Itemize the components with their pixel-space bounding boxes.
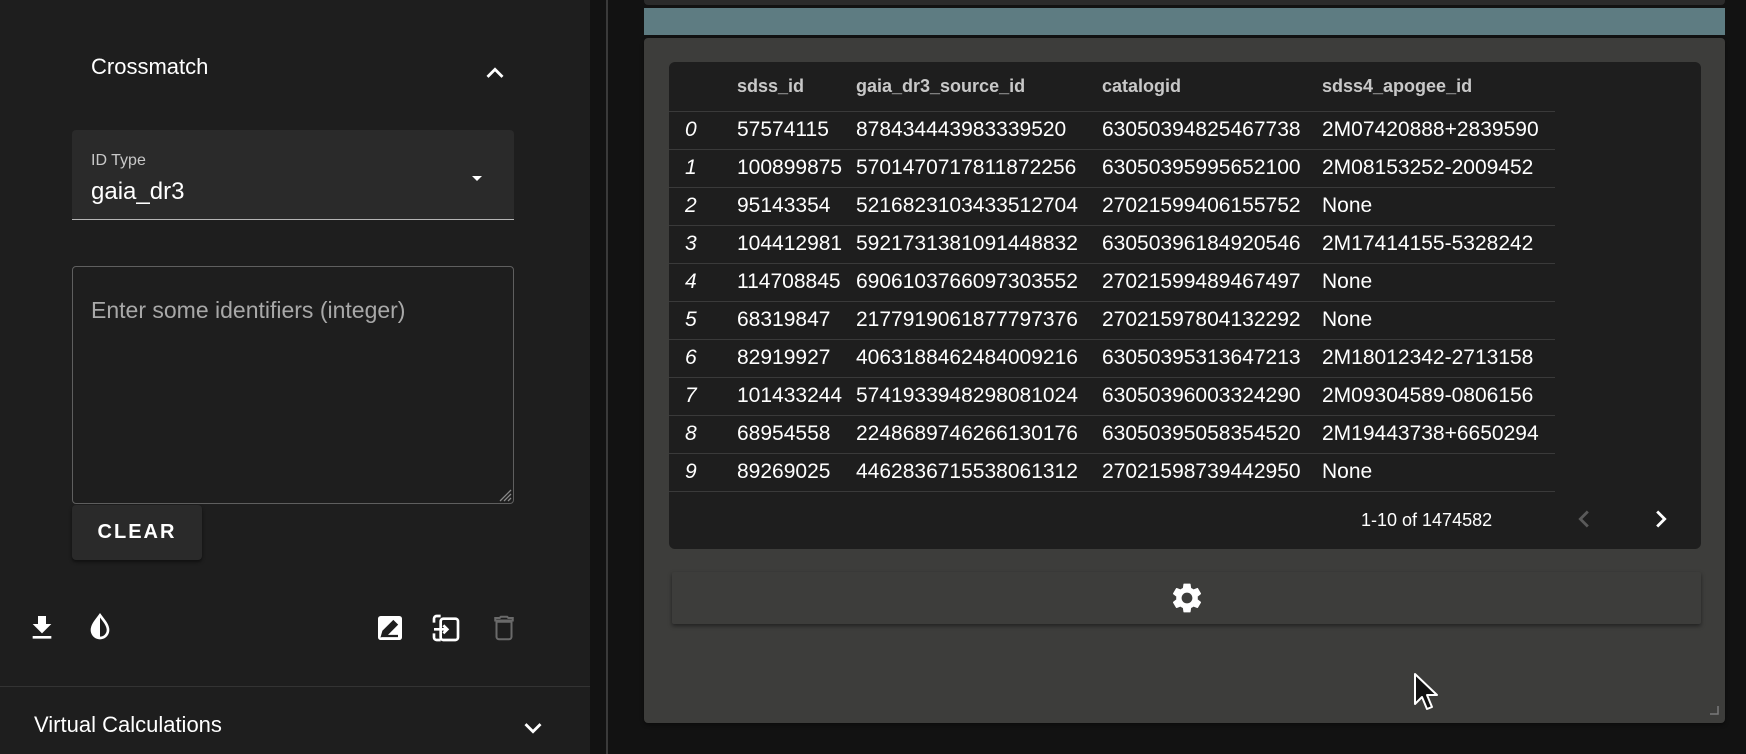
row-index: 9 — [669, 453, 731, 492]
chevron-right-icon[interactable] — [1644, 502, 1678, 536]
table-row: 9 89269025 4462836715538061312 270215987… — [669, 453, 1555, 492]
chevron-up-icon[interactable] — [478, 56, 512, 90]
splitter-line — [606, 0, 608, 754]
card-resize-handle-icon[interactable] — [1706, 702, 1720, 716]
cell-sdss-id: 100899875 — [731, 149, 850, 188]
table-row: 4 114708845 6906103766097303552 27021599… — [669, 263, 1555, 302]
cell-catalogid: 63050395313647213 — [1096, 339, 1316, 378]
row-index: 2 — [669, 187, 731, 226]
pagination-label: 1-10 of 1474582 — [1361, 510, 1493, 530]
chevron-left-icon[interactable] — [1567, 502, 1601, 536]
id-type-label: ID Type — [91, 152, 146, 169]
table-row: 1 100899875 5701470717811872256 63050395… — [669, 149, 1555, 188]
cell-gaia-dr3-source-id: 5921731381091448832 — [850, 225, 1096, 264]
cell-catalogid: 27021597804132292 — [1096, 301, 1316, 340]
cell-gaia-dr3-source-id: 878434443983339520 — [850, 111, 1096, 150]
row-index: 3 — [669, 225, 731, 264]
top-strip — [644, 0, 1725, 5]
cell-sdss-id: 101433244 — [731, 377, 850, 416]
identifiers-textarea[interactable] — [72, 266, 514, 504]
row-index: 0 — [669, 111, 731, 150]
row-index: 8 — [669, 415, 731, 454]
cell-sdss4-apogee-id: None — [1316, 453, 1555, 492]
table-row: 2 95143354 5216823103433512704 270215994… — [669, 187, 1555, 226]
cell-catalogid: 63050396184920546 — [1096, 225, 1316, 264]
cell-sdss4-apogee-id: 2M07420888+2839590 — [1316, 111, 1555, 150]
cell-sdss4-apogee-id: 2M08153252-2009452 — [1316, 149, 1555, 188]
cell-catalogid: 63050395995652100 — [1096, 149, 1316, 188]
dropdown-arrow-icon[interactable] — [465, 166, 489, 190]
cell-sdss-id: 68954558 — [731, 415, 850, 454]
cell-sdss4-apogee-id: None — [1316, 263, 1555, 302]
left-panel: Crossmatch ID Type gaia_dr3 CLEAR Virtua… — [0, 0, 590, 754]
row-index: 1 — [669, 149, 731, 188]
cell-gaia-dr3-source-id: 4063188462484009216 — [850, 339, 1096, 378]
row-index: 7 — [669, 377, 731, 416]
row-index: 4 — [669, 263, 731, 302]
data-table-panel: sdss_id gaia_dr3_source_id catalogid sds… — [669, 62, 1701, 549]
cell-gaia-dr3-source-id: 5741933948298081024 — [850, 377, 1096, 416]
cell-sdss4-apogee-id: 2M17414155-5328242 — [1316, 225, 1555, 264]
cell-catalogid: 27021599489467497 — [1096, 263, 1316, 302]
cell-sdss-id: 57574115 — [731, 111, 850, 150]
cell-sdss4-apogee-id: None — [1316, 301, 1555, 340]
edit-icon[interactable] — [372, 610, 408, 646]
virtual-calculations-header[interactable]: Virtual Calculations — [0, 687, 590, 754]
cell-sdss4-apogee-id: None — [1316, 187, 1555, 226]
cell-gaia-dr3-source-id: 5701470717811872256 — [850, 149, 1096, 188]
column-header-catalogid[interactable]: catalogid — [1096, 62, 1316, 112]
column-header-gaia-dr3-source-id[interactable]: gaia_dr3_source_id — [850, 62, 1096, 112]
cell-gaia-dr3-source-id: 4462836715538061312 — [850, 453, 1096, 492]
download-icon[interactable] — [24, 610, 60, 646]
gear-icon[interactable] — [1169, 580, 1205, 616]
mouse-cursor-icon — [1413, 672, 1441, 712]
import-icon[interactable] — [428, 610, 464, 646]
row-index: 6 — [669, 339, 731, 378]
table-row: 5 68319847 2177919061877797376 270215978… — [669, 301, 1555, 340]
table-header-row: sdss_id gaia_dr3_source_id catalogid sds… — [669, 62, 1555, 112]
cell-catalogid: 27021599406155752 — [1096, 187, 1316, 226]
settings-bar[interactable] — [672, 572, 1701, 624]
cell-sdss-id: 89269025 — [731, 453, 850, 492]
cell-gaia-dr3-source-id: 2177919061877797376 — [850, 301, 1096, 340]
table-row: 8 68954558 2248689746266130176 630503950… — [669, 415, 1555, 454]
cell-sdss-id: 82919927 — [731, 339, 850, 378]
crossmatch-panel-header[interactable]: Crossmatch — [0, 30, 590, 108]
cell-sdss-id: 68319847 — [731, 301, 850, 340]
data-table: sdss_id gaia_dr3_source_id catalogid sds… — [669, 62, 1555, 492]
contrast-icon[interactable] — [82, 610, 118, 646]
cell-catalogid: 63050394825467738 — [1096, 111, 1316, 150]
delete-icon[interactable] — [486, 610, 522, 646]
cell-sdss-id: 104412981 — [731, 225, 850, 264]
column-header-index — [669, 62, 731, 112]
cell-sdss4-apogee-id: 2M19443738+6650294 — [1316, 415, 1555, 454]
cell-sdss4-apogee-id: 2M09304589-0806156 — [1316, 377, 1555, 416]
virtual-calculations-title: Virtual Calculations — [34, 712, 222, 737]
cell-catalogid: 63050395058354520 — [1096, 415, 1316, 454]
accent-bar — [644, 8, 1725, 35]
cell-sdss-id: 95143354 — [731, 187, 850, 226]
column-header-sdss4-apogee-id[interactable]: sdss4_apogee_id — [1316, 62, 1555, 112]
cell-catalogid: 63050396003324290 — [1096, 377, 1316, 416]
cell-sdss-id: 114708845 — [731, 263, 850, 302]
resize-grip-icon[interactable] — [498, 488, 512, 502]
id-type-select[interactable]: ID Type gaia_dr3 — [72, 130, 514, 220]
cell-gaia-dr3-source-id: 6906103766097303552 — [850, 263, 1096, 302]
cell-catalogid: 27021598739442950 — [1096, 453, 1316, 492]
chevron-down-icon[interactable] — [516, 711, 550, 745]
clear-button[interactable]: CLEAR — [72, 505, 202, 560]
cell-gaia-dr3-source-id: 2248689746266130176 — [850, 415, 1096, 454]
cell-gaia-dr3-source-id: 5216823103433512704 — [850, 187, 1096, 226]
row-index: 5 — [669, 301, 731, 340]
table-row: 0 57574115 878434443983339520 6305039482… — [669, 111, 1555, 150]
table-row: 7 101433244 5741933948298081024 63050396… — [669, 377, 1555, 416]
table-row: 6 82919927 4063188462484009216 630503953… — [669, 339, 1555, 378]
id-type-value: gaia_dr3 — [91, 178, 185, 205]
cell-sdss4-apogee-id: 2M18012342-2713158 — [1316, 339, 1555, 378]
table-row: 3 104412981 5921731381091448832 63050396… — [669, 225, 1555, 264]
column-header-sdss-id[interactable]: sdss_id — [731, 62, 850, 112]
crossmatch-title: Crossmatch — [91, 54, 209, 79]
